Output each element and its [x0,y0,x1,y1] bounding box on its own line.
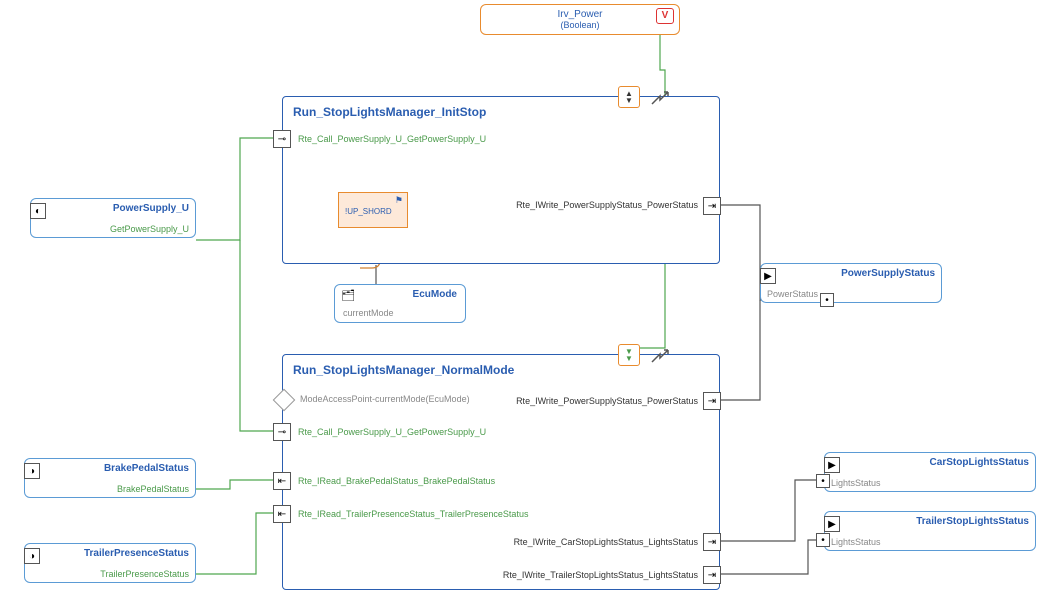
read-port-icon: ⇤ [273,505,291,523]
inner-block-label: !UP_SHORD [345,207,392,216]
call-port-icon: ⊸ [273,130,291,148]
port-brakepedal-title: BrakePedalStatus [31,463,189,474]
mode-access-label: ModeAccessPoint-currentMode(EcuMode) [300,394,470,404]
trigger-init-icon: ▲▼ [618,86,640,108]
runnable-initstop[interactable]: Run_StopLightsManager_InitStop [282,96,720,264]
provided-port-icon: ◐ [30,203,46,219]
port-powersupply-title: PowerSupply_U [37,203,189,214]
provided-port-icon: ▶ [824,457,840,473]
init-write-label: Rte_IWrite_PowerSupplyStatus_PowerStatus [422,200,698,210]
write-port-icon: ⇥ [703,392,721,410]
inner-flag-icon: ⚑ [395,195,403,206]
write-port-icon: ⇥ [703,197,721,215]
port-powersupply[interactable]: ◐ PowerSupply_U GetPowerSupply_U [30,198,196,238]
event-arrow-icon [650,348,670,368]
required-port-icon: ◑ [24,463,40,479]
connector-icon: • [820,293,834,307]
trigger-normal-icon: ▼▼ [618,344,640,366]
ecumode-title: EcuMode [343,289,457,300]
port-powerstatus-sub: PowerStatus [767,289,935,299]
connector-icon: • [816,533,830,547]
port-powerstatus[interactable]: ▶ PowerSupplyStatus PowerStatus [760,263,942,303]
normal-writepower-label: Rte_IWrite_PowerSupplyStatus_PowerStatus [480,396,698,406]
port-brakepedal[interactable]: ◑ BrakePedalStatus BrakePedalStatus [24,458,196,498]
call-port-icon: ⊸ [273,423,291,441]
port-carstop-sub: LightsStatus [831,478,1029,488]
port-trailerpresence-title: TrailerPresenceStatus [31,548,189,559]
port-powerstatus-title: PowerSupplyStatus [767,268,935,279]
write-port-icon: ⇥ [703,566,721,584]
connector-icon: • [816,474,830,488]
irv-power-name: Irv_Power [491,9,669,20]
port-brakepedal-sub: BrakePedalStatus [31,484,189,494]
v-badge: V [656,8,674,24]
normal-writetrailer-label: Rte_IWrite_TrailerStopLightsStatus_Light… [438,570,698,580]
provided-port-icon: ▶ [824,516,840,532]
write-port-icon: ⇥ [703,533,721,551]
port-trailerpresence-sub: TrailerPresenceStatus [31,569,189,579]
ecumode-box[interactable]: 🗂 EcuMode currentMode [334,284,466,323]
port-powersupply-sub: GetPowerSupply_U [37,224,189,234]
port-carstoplights[interactable]: ▶ CarStopLightsStatus LightsStatus [824,452,1036,492]
inner-block[interactable]: !UP_SHORD ⚑ [338,192,408,228]
runnable-normalmode[interactable]: Run_StopLightsManager_NormalMode [282,354,720,590]
ecumode-sub: currentMode [343,308,457,318]
port-trailerstop-sub: LightsStatus [831,537,1029,547]
init-call-label: Rte_Call_PowerSupply_U_GetPowerSupply_U [298,134,486,144]
normal-writecar-label: Rte_IWrite_CarStopLightsStatus_LightsSta… [438,537,698,547]
port-trailerstop-title: TrailerStopLightsStatus [831,516,1029,527]
port-trailerpresence[interactable]: ◑ TrailerPresenceStatus TrailerPresenceS… [24,543,196,583]
provided-port-icon: ▶ [760,268,776,284]
port-carstop-title: CarStopLightsStatus [831,457,1029,468]
port-trailerstoplights[interactable]: ▶ TrailerStopLightsStatus LightsStatus [824,511,1036,551]
required-port-icon: ◑ [24,548,40,564]
event-arrow-icon [650,90,670,110]
irv-power-box: Irv_Power (Boolean) [480,4,680,35]
normal-readbrake-label: Rte_IRead_BrakePedalStatus_BrakePedalSta… [298,476,495,486]
read-port-icon: ⇤ [273,472,291,490]
ecumode-icon: 🗂 [341,289,355,302]
normal-call-label: Rte_Call_PowerSupply_U_GetPowerSupply_U [298,427,486,437]
normal-readtrailer-label: Rte_IRead_TrailerPresenceStatus_TrailerP… [298,509,528,519]
irv-power-type: (Boolean) [491,20,669,30]
